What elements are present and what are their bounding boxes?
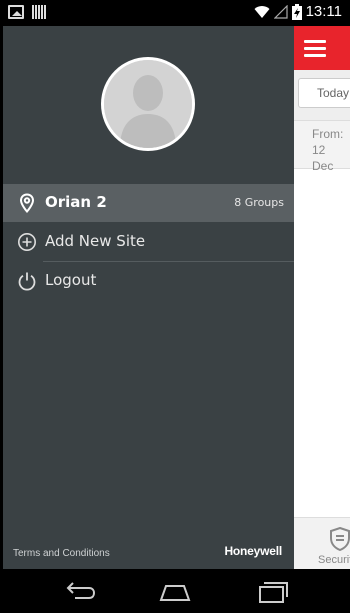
add-circle-icon: [18, 233, 36, 251]
wifi-icon: [254, 5, 270, 18]
status-bar: 13:11: [0, 0, 350, 26]
user-avatar-placeholder-icon: [104, 60, 192, 148]
signal-icon: [273, 4, 288, 19]
system-nav-bar: [0, 569, 350, 613]
clock: 13:11: [305, 3, 342, 20]
hamburger-menu-icon[interactable]: [304, 40, 326, 57]
app-toolbar: Today: [294, 70, 350, 121]
recents-icon[interactable]: [255, 580, 289, 604]
date-range: From: 12 Dec: [294, 121, 350, 173]
add-new-site-button[interactable]: Add New Site: [3, 223, 294, 261]
avatar[interactable]: [101, 57, 195, 151]
image-icon: [8, 5, 24, 19]
logout-button[interactable]: Logout: [3, 262, 294, 300]
terms-and-conditions-link[interactable]: Terms and Conditions: [13, 548, 110, 559]
back-icon[interactable]: [63, 580, 97, 604]
shield-icon: [330, 527, 350, 551]
battery-icon: [291, 3, 302, 20]
power-icon: [18, 272, 36, 291]
today-button[interactable]: Today: [298, 78, 350, 108]
barcode-icon: [32, 5, 46, 19]
from-label: From:: [312, 127, 344, 141]
navigation-drawer: Orian 2 8 Groups Add New Site Logout Ter…: [3, 26, 294, 569]
add-new-site-label: Add New Site: [45, 232, 146, 250]
home-icon[interactable]: [158, 580, 192, 604]
site-name: Orian 2: [45, 193, 107, 211]
honeywell-logo: Honeywell: [224, 544, 282, 558]
location-pin-icon: [19, 193, 35, 213]
footer-tab-security[interactable]: Securit: [294, 517, 350, 569]
drawer-footer: Terms and Conditions Honeywell: [3, 533, 294, 569]
site-item-orian-2[interactable]: Orian 2 8 Groups: [3, 184, 294, 222]
date-label: 12 Dec: [312, 143, 334, 173]
logout-label: Logout: [45, 271, 97, 289]
background-app: Today From: 12 Dec Securit: [294, 26, 350, 569]
group-count: 8 Groups: [234, 196, 284, 209]
footer-tab-label: Securit: [318, 554, 350, 566]
app-header: [294, 26, 350, 70]
